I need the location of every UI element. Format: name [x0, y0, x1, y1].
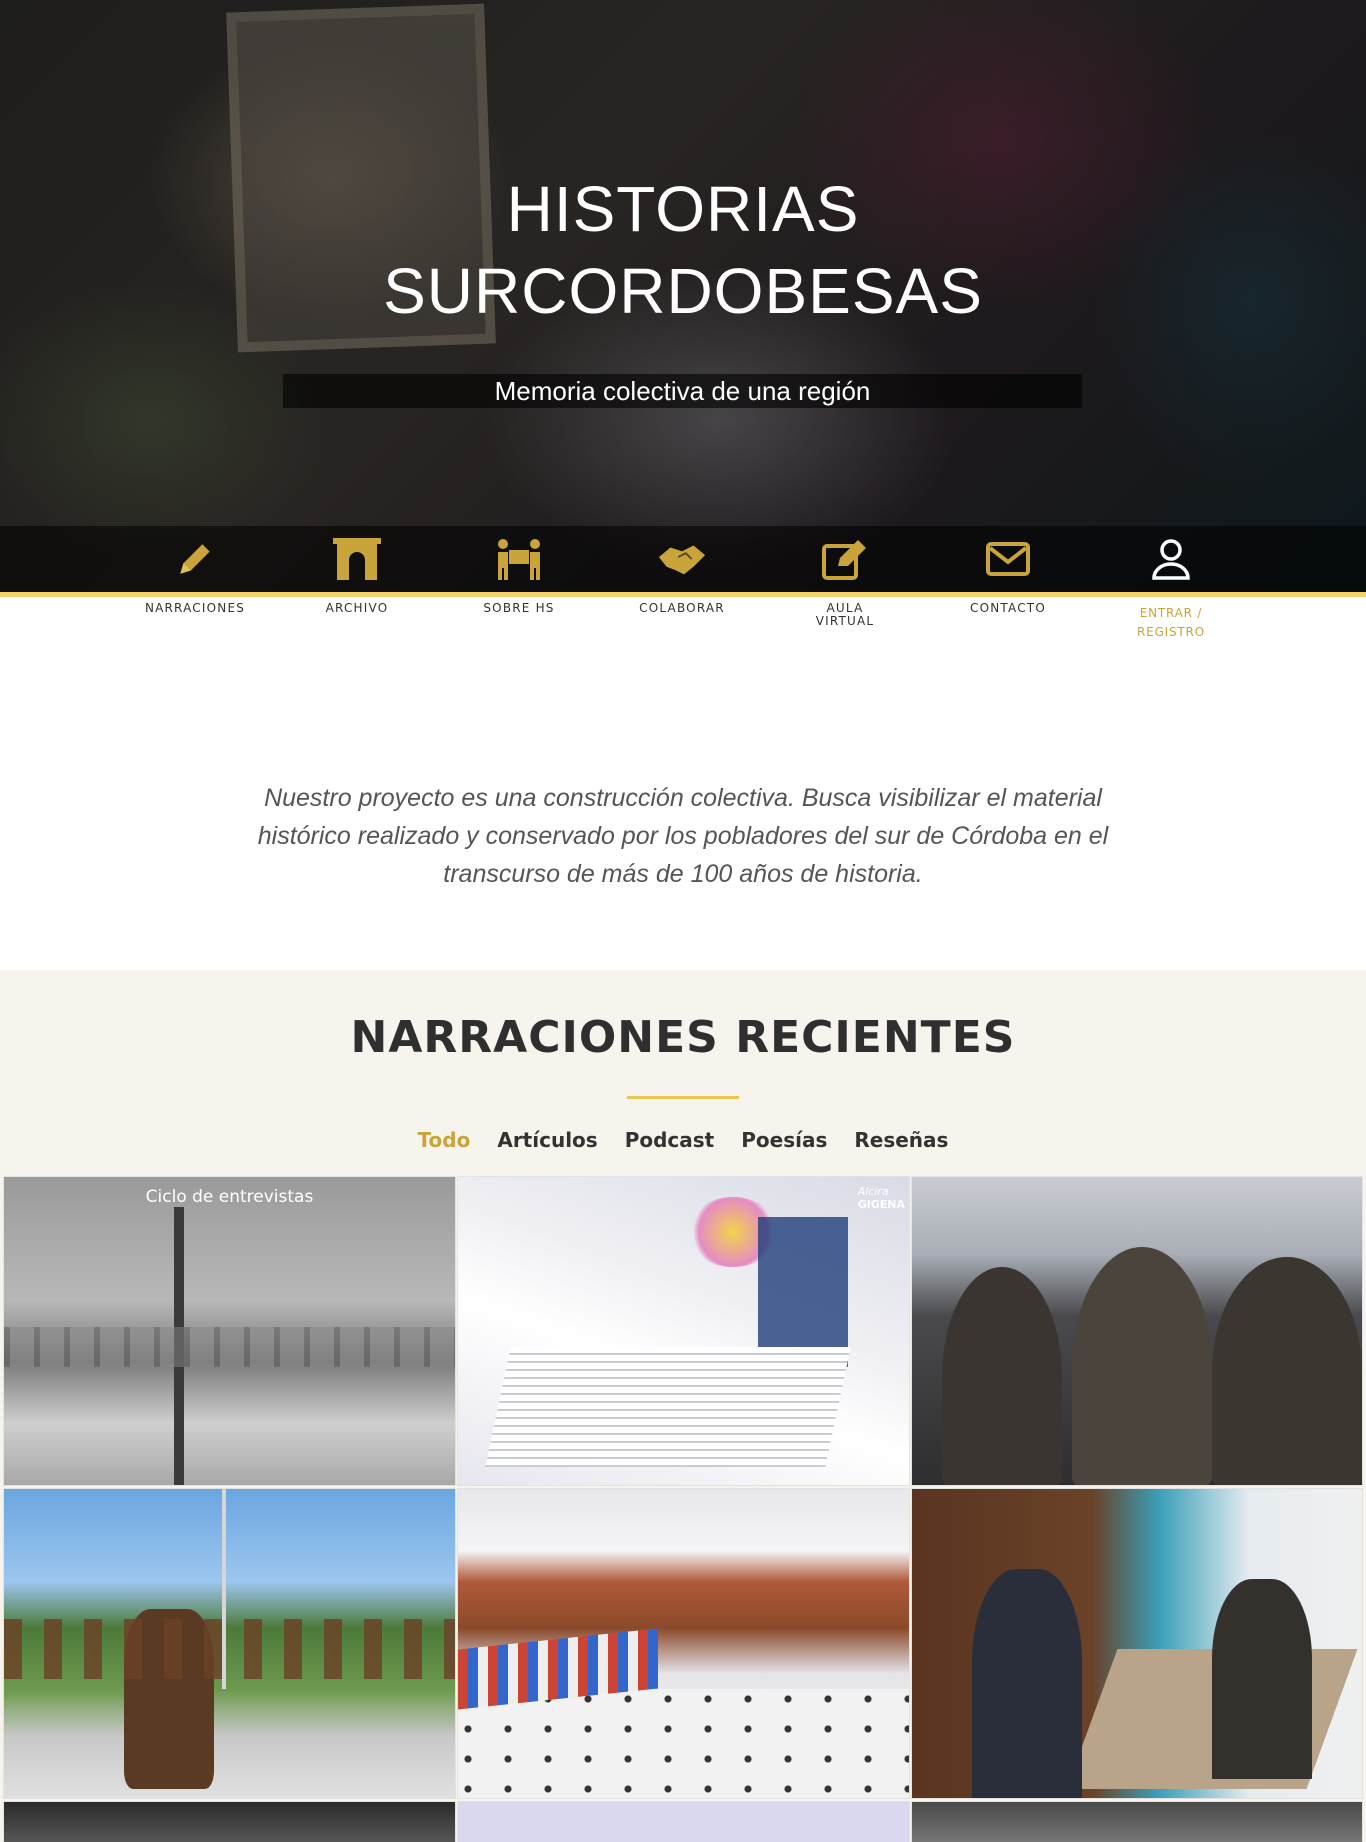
site-subtitle: Memoria colectiva de una región — [283, 374, 1082, 408]
archway-icon — [332, 526, 382, 592]
narration-tile-8[interactable] — [457, 1801, 910, 1842]
nav-narraciones[interactable]: NARRACIONES — [120, 526, 270, 646]
user-icon — [1146, 526, 1196, 592]
filter-articulos[interactable]: Artículos — [497, 1128, 597, 1152]
envelope-icon — [983, 526, 1033, 592]
alcira-gigena-logo: Alcira GIGENA — [857, 1185, 905, 1211]
nav-aula-virtual[interactable]: AULA VIRTUAL — [770, 526, 920, 646]
title-underline — [627, 1096, 739, 1099]
nav-archivo[interactable]: ARCHIVO — [282, 526, 432, 646]
nav-colaborar[interactable]: COLABORAR — [607, 526, 757, 646]
site-title: HISTORIAS SURCORDOBESAS — [383, 173, 983, 327]
narration-tile-4[interactable] — [3, 1488, 456, 1799]
filter-resenas[interactable]: Reseñas — [854, 1128, 948, 1152]
filter-poesias[interactable]: Poesías — [741, 1128, 827, 1152]
people-carry-icon — [494, 526, 544, 592]
filter-todo[interactable]: Todo — [418, 1128, 471, 1152]
tile-caption: Ciclo de entrevistas — [145, 1187, 314, 1207]
narration-tile-2[interactable]: Alcira GIGENA — [457, 1176, 910, 1486]
nav-sobre-hs[interactable]: SOBRE HS — [444, 526, 594, 646]
section-title: NARRACIONES RECIENTES — [350, 1012, 1016, 1063]
narration-tile-7[interactable] — [3, 1801, 456, 1842]
filter-podcast[interactable]: Podcast — [625, 1128, 715, 1152]
pencil-icon — [170, 526, 220, 592]
narration-tile-5[interactable] — [457, 1488, 910, 1799]
edit-icon — [820, 526, 870, 592]
intro-text: Nuestro proyecto es una construcción col… — [257, 784, 1109, 888]
narration-tile-3[interactable] — [911, 1176, 1363, 1486]
narration-tile-6[interactable] — [911, 1488, 1363, 1799]
narration-tile-1[interactable]: Ciclo de entrevistas — [3, 1176, 456, 1486]
nav-entrar-registro[interactable]: ENTRAR / REGISTRO — [1096, 526, 1246, 646]
nav-contacto[interactable]: CONTACTO — [933, 526, 1083, 646]
handshake-icon — [657, 526, 707, 592]
filter-tabs: Todo Artículos Podcast Poesías Reseñas — [0, 1128, 1366, 1152]
narration-tile-9[interactable] — [911, 1801, 1363, 1842]
